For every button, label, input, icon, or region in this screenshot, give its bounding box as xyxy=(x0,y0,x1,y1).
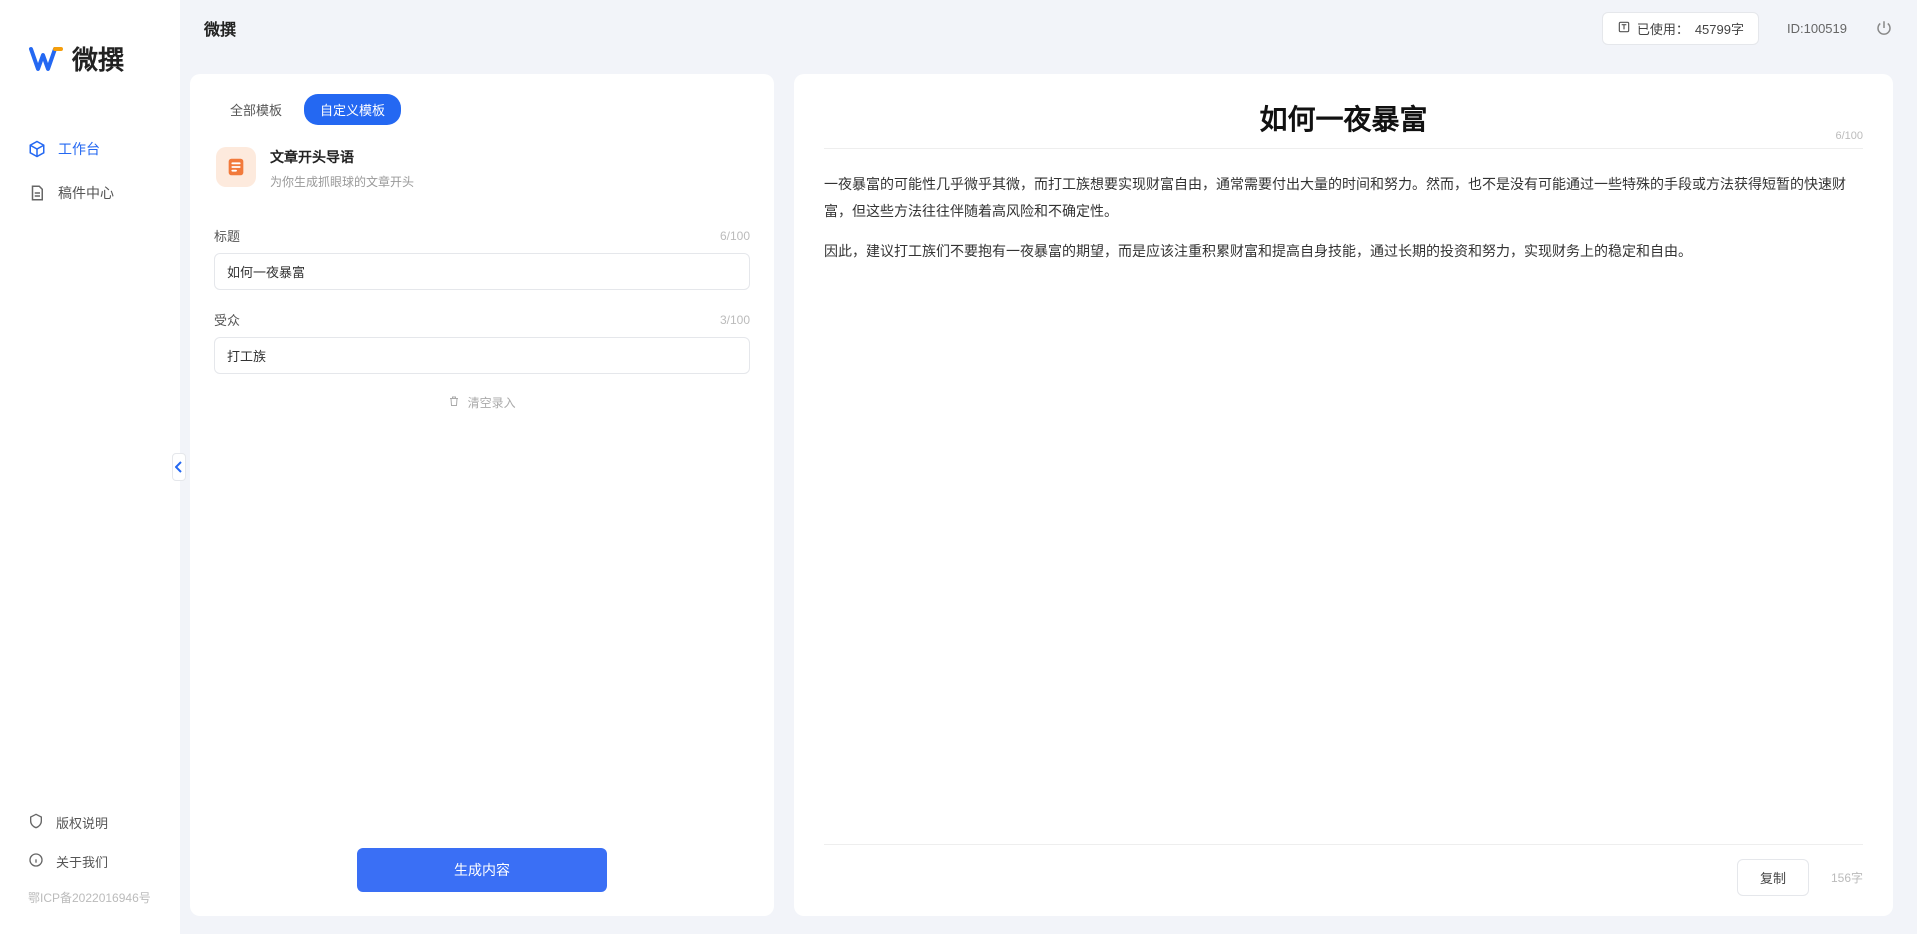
char-count: 156字 xyxy=(1831,869,1863,886)
footer-item-label: 版权说明 xyxy=(56,813,108,832)
info-icon xyxy=(28,852,44,871)
topbar-right: 已使用： 45799字 ID:100519 xyxy=(1602,12,1893,45)
field-label: 标题 xyxy=(214,226,240,245)
preview-panel: 如何一夜暴富 6/100 一夜暴富的可能性几乎微乎其微，而打工族想要实现财富自由… xyxy=(794,74,1893,916)
preview-title: 如何一夜暴富 xyxy=(824,98,1863,138)
preview-title-wrap: 如何一夜暴富 6/100 xyxy=(824,98,1863,149)
field-counter: 3/100 xyxy=(720,313,750,327)
tabs: 全部模板 自定义模板 xyxy=(214,94,750,125)
form: 标题 6/100 受众 3/100 xyxy=(214,226,750,411)
text-icon xyxy=(1617,20,1631,37)
field-audience: 受众 3/100 xyxy=(214,310,750,374)
generate-button[interactable]: 生成内容 xyxy=(357,848,607,892)
user-id-value: 100519 xyxy=(1804,21,1847,36)
user-id: ID:100519 xyxy=(1787,21,1847,36)
template-title: 文章开头导语 xyxy=(270,147,414,167)
shield-icon xyxy=(28,813,44,832)
nav-item-workspace[interactable]: 工作台 xyxy=(0,127,180,171)
preview-paragraph: 因此，建议打工族们不要抱有一夜暴富的期望，而是应该注重积累财富和提高自身技能，通… xyxy=(824,238,1863,265)
page-title: 微撰 xyxy=(204,16,236,40)
audience-input[interactable] xyxy=(214,337,750,374)
cube-icon xyxy=(28,140,46,158)
preview-title-counter: 6/100 xyxy=(1835,130,1863,142)
preview-paragraph: 一夜暴富的可能性几乎微乎其微，而打工族想要实现财富自由，通常需要付出大量的时间和… xyxy=(824,171,1863,224)
footer-about[interactable]: 关于我们 xyxy=(0,842,180,881)
power-icon[interactable] xyxy=(1875,19,1893,37)
tab-all-templates[interactable]: 全部模板 xyxy=(214,94,298,125)
preview-body: 一夜暴富的可能性几乎微乎其微，而打工族想要实现财富自由，通常需要付出大量的时间和… xyxy=(824,171,1863,844)
logo-icon xyxy=(28,41,64,77)
field-title: 标题 6/100 xyxy=(214,226,750,290)
field-counter: 6/100 xyxy=(720,229,750,243)
main: 微撰 已使用： 45799字 ID:100519 xyxy=(180,0,1917,934)
preview-footer: 复制 156字 xyxy=(824,844,1863,896)
footer-copyright[interactable]: 版权说明 xyxy=(0,803,180,842)
clear-label: 清空录入 xyxy=(468,396,516,410)
form-panel: 全部模板 自定义模板 文章开头导语 为你生成抓眼球的文章开头 标题 xyxy=(190,74,774,916)
usage-badge[interactable]: 已使用： 45799字 xyxy=(1602,12,1759,45)
icp-text: 鄂ICP备2022016946号 xyxy=(0,881,180,914)
nav-item-label: 工作台 xyxy=(58,139,100,159)
sidebar-collapse-handle[interactable] xyxy=(172,453,186,481)
user-id-label: ID: xyxy=(1787,21,1804,36)
trash-icon xyxy=(448,396,463,410)
template-icon xyxy=(216,147,256,187)
nav-item-drafts[interactable]: 稿件中心 xyxy=(0,171,180,215)
field-label: 受众 xyxy=(214,310,240,329)
tab-custom-templates[interactable]: 自定义模板 xyxy=(304,94,401,125)
topbar: 微撰 已使用： 45799字 ID:100519 xyxy=(180,0,1917,56)
nav: 工作台 稿件中心 xyxy=(0,107,180,803)
usage-value: 45799字 xyxy=(1695,19,1744,38)
sidebar: 微撰 工作台 稿件中心 版权说明 xyxy=(0,0,180,934)
nav-item-label: 稿件中心 xyxy=(58,183,114,203)
sidebar-footer: 版权说明 关于我们 鄂ICP备2022016946号 xyxy=(0,803,180,934)
document-icon xyxy=(28,184,46,202)
usage-label: 已使用： xyxy=(1637,19,1689,38)
template-desc: 为你生成抓眼球的文章开头 xyxy=(270,173,414,190)
title-input[interactable] xyxy=(214,253,750,290)
template-header: 文章开头导语 为你生成抓眼球的文章开头 xyxy=(214,147,750,190)
content: 全部模板 自定义模板 文章开头导语 为你生成抓眼球的文章开头 标题 xyxy=(180,56,1917,934)
logo: 微撰 xyxy=(0,0,180,107)
copy-button[interactable]: 复制 xyxy=(1737,859,1809,896)
logo-text: 微撰 xyxy=(72,40,124,77)
footer-item-label: 关于我们 xyxy=(56,852,108,871)
clear-input-link[interactable]: 清空录入 xyxy=(214,394,750,411)
